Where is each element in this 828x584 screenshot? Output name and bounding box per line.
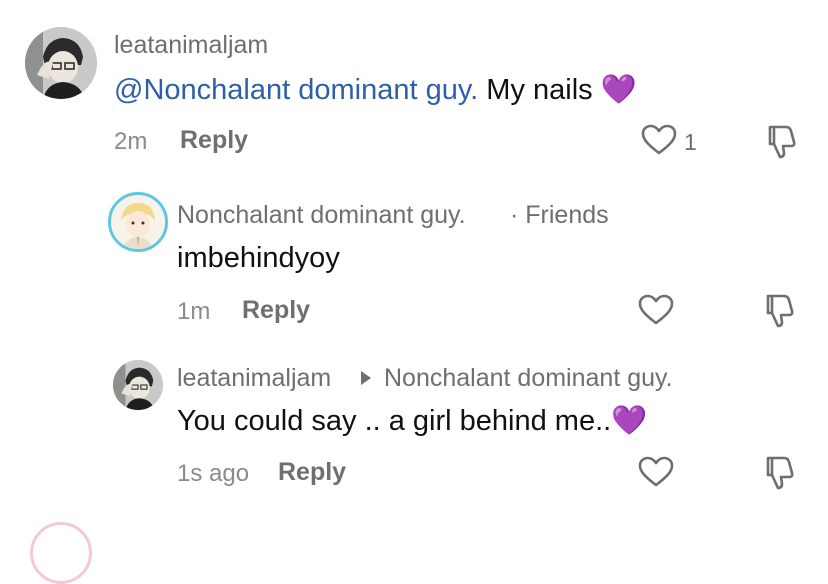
comment-text: You could say .. a girl behind me..💜: [177, 404, 647, 438]
friends-badge: · Friends: [510, 201, 609, 229]
comment-username[interactable]: Nonchalant dominant guy.: [177, 201, 466, 230]
reply-to-username[interactable]: Nonchalant dominant guy.: [384, 364, 673, 393]
comment-body: imbehindyoy: [177, 242, 340, 274]
like-count: 1: [684, 129, 697, 155]
purple-heart-emoji: 💜: [611, 405, 648, 437]
comment-timestamp: 1s ago: [177, 460, 250, 487]
dislike-icon[interactable]: [760, 293, 796, 329]
reply-arrow-icon: [359, 369, 373, 387]
mention-link[interactable]: @Nonchalant dominant guy.: [114, 74, 478, 106]
comment-timestamp: 2m: [114, 128, 148, 155]
heart-icon[interactable]: [638, 456, 674, 488]
friend-avatar[interactable]: [108, 192, 168, 252]
comment-username[interactable]: leatanimaljam: [177, 364, 331, 393]
dislike-icon[interactable]: [760, 455, 796, 491]
reply-button[interactable]: Reply: [278, 458, 346, 487]
next-comment-avatar[interactable]: [30, 522, 92, 584]
heart-icon[interactable]: [641, 124, 677, 156]
avatar[interactable]: [25, 27, 97, 99]
comment-username[interactable]: leatanimaljam: [114, 31, 268, 60]
comment-text: @Nonchalant dominant guy. My nails 💜: [114, 73, 637, 107]
comment-body: My nails: [478, 74, 601, 106]
purple-heart-emoji: 💜: [600, 74, 637, 106]
comment-timestamp: 1m: [177, 298, 211, 325]
comment-body: You could say .. a girl behind me..: [177, 405, 612, 437]
dislike-icon[interactable]: [762, 124, 798, 160]
heart-icon[interactable]: [638, 294, 674, 326]
reply-button[interactable]: Reply: [242, 296, 310, 325]
avatar[interactable]: [113, 360, 163, 410]
reply-button[interactable]: Reply: [180, 126, 248, 155]
